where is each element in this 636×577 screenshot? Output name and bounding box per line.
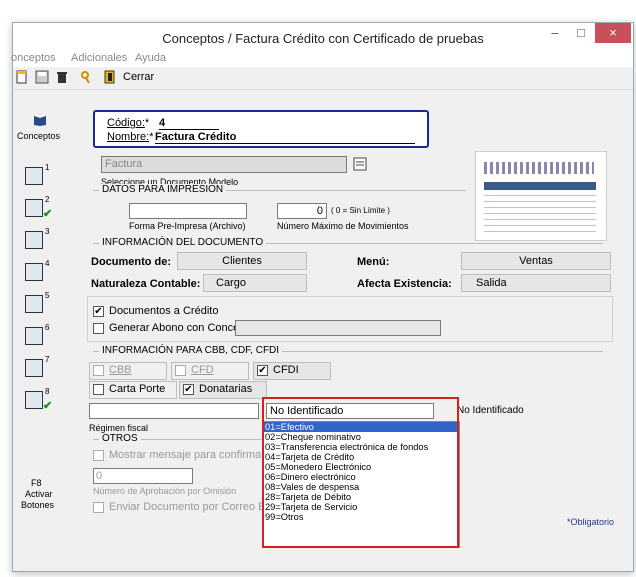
maximize-button[interactable]: □ bbox=[569, 23, 593, 43]
menu-conceptos[interactable]: onceptos bbox=[11, 52, 56, 64]
movimientos-field[interactable]: 0 bbox=[277, 203, 327, 219]
carta-porte-checkbox[interactable] bbox=[93, 384, 104, 395]
printer-icon bbox=[25, 167, 43, 185]
aprobacion-label: Número de Aprobación por Omisión bbox=[93, 486, 237, 496]
title-bar: Conceptos / Factura Crédito con Certific… bbox=[13, 23, 633, 51]
sidebar-num: 2 bbox=[45, 195, 50, 204]
movimientos-label: Número Máximo de Movimientos bbox=[277, 221, 409, 231]
sidebar-num: 6 bbox=[45, 323, 50, 332]
menu-value: Ventas bbox=[461, 252, 611, 270]
delete-icon[interactable] bbox=[55, 70, 69, 84]
cfd-checkbox[interactable] bbox=[175, 365, 186, 376]
afecta-value: Salida bbox=[461, 274, 611, 292]
f8-activar-label[interactable]: Activar bbox=[25, 489, 53, 499]
naturaleza-value: Cargo bbox=[203, 274, 307, 292]
exit-door-icon[interactable] bbox=[103, 70, 117, 84]
enviar-correo-checkbox[interactable] bbox=[93, 502, 104, 513]
check-icon: ✔ bbox=[43, 400, 53, 412]
check-icon: ✔ bbox=[43, 208, 53, 220]
regimen-fiscal-label: Régimen fiscal bbox=[89, 423, 149, 433]
documento-de-label: Documento de: bbox=[91, 256, 172, 268]
printer-icon bbox=[25, 391, 43, 409]
carta-porte-label[interactable]: Carta Porte bbox=[109, 383, 165, 395]
movimientos-hint: ( 0 = Sin Límite ) bbox=[331, 206, 390, 215]
key-icon[interactable] bbox=[79, 70, 93, 84]
aprobacion-field[interactable]: 0 bbox=[93, 468, 193, 484]
menu-bar: onceptos Adicionales Ayuda bbox=[11, 51, 633, 67]
header-box: Código:* 4 Nombre:* Factura Crédito bbox=[93, 110, 429, 148]
printer-icon bbox=[25, 263, 43, 281]
documento-de-value: Clientes bbox=[177, 252, 307, 270]
cbb-section-label: INFORMACIÓN PARA CBB, CDF, CFDI bbox=[99, 345, 283, 356]
save-icon[interactable] bbox=[35, 70, 49, 84]
generar-abono-checkbox[interactable] bbox=[93, 323, 104, 334]
modelo-field[interactable]: Factura bbox=[101, 156, 347, 173]
close-label[interactable]: Cerrar bbox=[123, 71, 154, 83]
codigo-label: Código:* bbox=[107, 117, 150, 129]
document-picker-icon[interactable] bbox=[353, 156, 369, 172]
sidebar-button-7[interactable]: 7 bbox=[23, 355, 49, 379]
invoice-preview-image bbox=[475, 151, 607, 241]
regimen-fiscal-field[interactable] bbox=[89, 403, 259, 419]
otros-section-label: OTROS bbox=[99, 433, 141, 444]
minimize-button[interactable]: – bbox=[543, 23, 567, 43]
f8-botones-label[interactable]: Botones bbox=[21, 500, 54, 510]
window-title: Conceptos / Factura Crédito con Certific… bbox=[162, 31, 484, 46]
f8-key-label[interactable]: F8 bbox=[31, 478, 42, 488]
afecta-label: Afecta Existencia: bbox=[357, 278, 452, 290]
sidebar-num: 7 bbox=[45, 355, 50, 364]
nombre-label: Nombre:* bbox=[107, 131, 154, 143]
cfdi-label[interactable]: CFDI bbox=[273, 364, 299, 376]
documento-section-label: INFORMACIÓN DEL DOCUMENTO bbox=[99, 237, 267, 248]
printer-icon bbox=[25, 231, 43, 249]
impresion-section-label: DATOS PARA IMPRESION bbox=[99, 184, 227, 195]
metodo-pago-side-label: No Identificado bbox=[457, 405, 524, 416]
printer-icon bbox=[25, 359, 43, 377]
menu-adicionales[interactable]: Adicionales bbox=[71, 52, 127, 64]
nombre-field[interactable]: Factura Crédito bbox=[155, 131, 415, 144]
sidebar-button-1[interactable]: 1 bbox=[23, 163, 49, 187]
sidebar-button-4[interactable]: 4 bbox=[23, 259, 49, 283]
printer-icon bbox=[25, 199, 43, 217]
sidebar-num: 8 bbox=[45, 387, 50, 396]
mostrar-mensaje-checkbox[interactable] bbox=[93, 450, 104, 461]
sidebar-num: 5 bbox=[45, 291, 50, 300]
cbb-label[interactable]: CBB bbox=[109, 364, 132, 376]
new-document-icon[interactable] bbox=[15, 70, 29, 84]
codigo-field[interactable]: 4 bbox=[159, 117, 219, 130]
left-sidebar: Conceptos 1 2 ✔ 3 4 5 6 7 8 ✔ F8 Activar B… bbox=[17, 93, 67, 533]
book-icon[interactable] bbox=[33, 113, 47, 127]
printer-icon bbox=[25, 295, 43, 313]
toolbar: Cerrar bbox=[13, 67, 633, 90]
highlight-red-box bbox=[262, 397, 459, 548]
documentos-credito-checkbox[interactable]: ✔ bbox=[93, 306, 104, 317]
donatarias-checkbox[interactable]: ✔ bbox=[183, 384, 194, 395]
sidebar-button-6[interactable]: 6 bbox=[23, 323, 49, 347]
sidebar-button-2[interactable]: 2 ✔ bbox=[23, 195, 52, 220]
obligatorio-note: *Obligatorio bbox=[567, 517, 615, 527]
sidebar-button-3[interactable]: 3 bbox=[23, 227, 49, 251]
sidebar-button-8[interactable]: 8 ✔ bbox=[23, 387, 52, 412]
menu-label: Menú: bbox=[357, 256, 390, 268]
documentos-credito-label[interactable]: Documentos a Crédito bbox=[109, 305, 218, 317]
cfdi-checkbox[interactable]: ✔ bbox=[257, 365, 268, 376]
naturaleza-label: Naturaleza Contable: bbox=[91, 278, 201, 290]
sidebar-num: 3 bbox=[45, 227, 50, 236]
generar-abono-field[interactable] bbox=[235, 320, 441, 336]
close-window-button[interactable]: × bbox=[595, 23, 631, 43]
cfd-label[interactable]: CFD bbox=[191, 364, 214, 376]
forma-label: Forma Pre-Impresa (Archivo) bbox=[129, 221, 246, 231]
donatarias-label[interactable]: Donatarias bbox=[199, 383, 252, 395]
sidebar-conceptos-label[interactable]: Conceptos bbox=[17, 131, 60, 141]
sidebar-num: 1 bbox=[45, 163, 50, 172]
sidebar-num: 4 bbox=[45, 259, 50, 268]
sidebar-button-5[interactable]: 5 bbox=[23, 291, 49, 315]
forma-field[interactable] bbox=[129, 203, 247, 219]
menu-ayuda[interactable]: Ayuda bbox=[135, 52, 166, 64]
printer-icon bbox=[25, 327, 43, 345]
cbb-checkbox[interactable] bbox=[93, 365, 104, 376]
